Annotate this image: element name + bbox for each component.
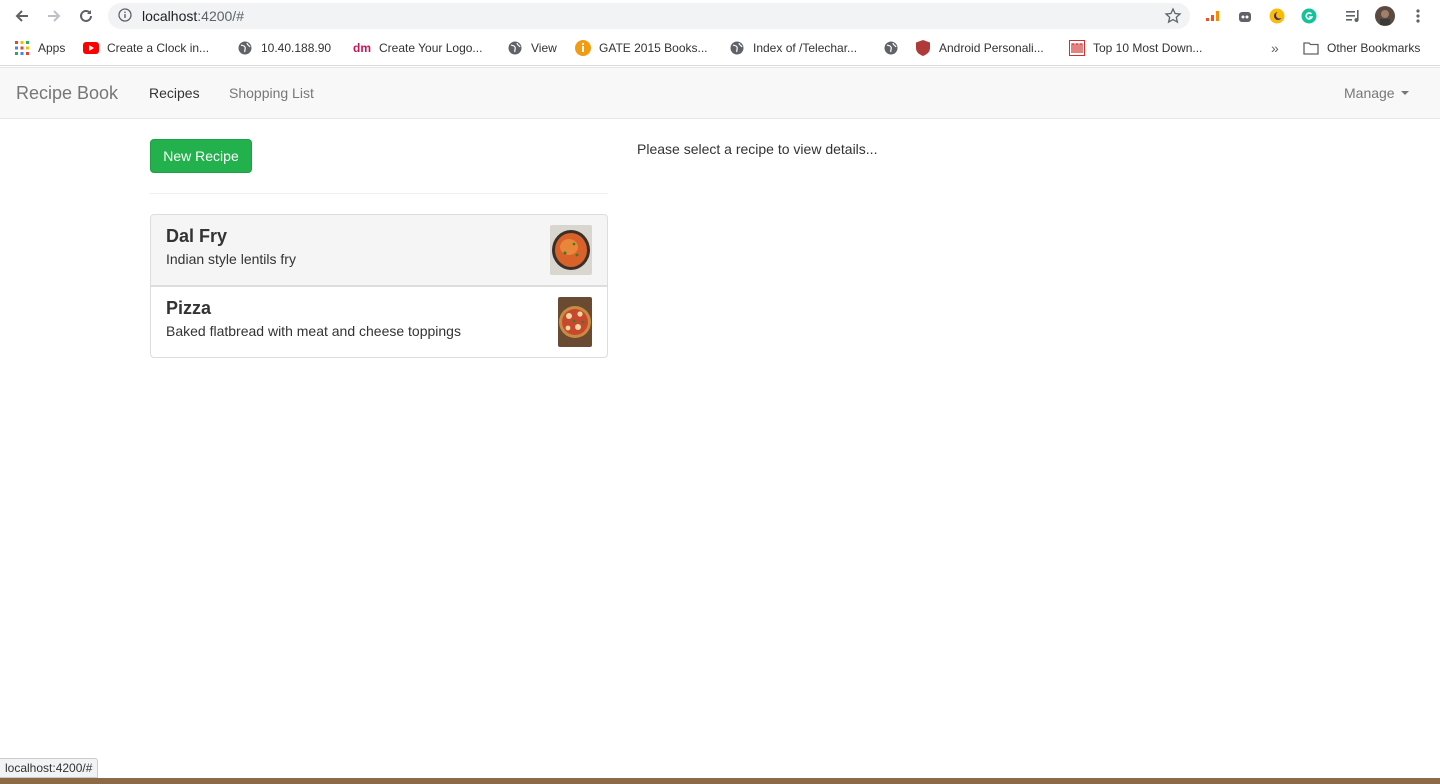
analytics-extension-icon[interactable]: [1203, 6, 1223, 26]
desktop-strip: [0, 778, 1440, 784]
bookmark-index-telechar[interactable]: Index of /Telechar...: [729, 39, 857, 57]
url-text: localhost:4200/#: [142, 8, 244, 24]
brand-link[interactable]: Recipe Book: [16, 83, 118, 104]
info-icon[interactable]: [118, 8, 132, 27]
recipe-detail-placeholder: Please select a recipe to view details..…: [637, 141, 878, 157]
bookmark-star-icon[interactable]: [1164, 7, 1182, 30]
dal-fry-image: [550, 225, 592, 275]
nav-recipes[interactable]: Recipes: [149, 85, 200, 101]
status-bar-url: localhost:4200/#: [0, 758, 99, 778]
globe-icon: [507, 40, 523, 56]
info-orange-icon: [575, 40, 591, 56]
moon-extension-icon[interactable]: [1267, 6, 1287, 26]
caret-down-icon: [1400, 91, 1409, 95]
bookmark-unnamed[interactable]: [883, 39, 907, 57]
recipe-item-dal-fry[interactable]: Dal Fry Indian style lentils fry: [150, 214, 608, 286]
globe-icon: [729, 40, 745, 56]
bookmark-create-clock[interactable]: Create a Clock in...: [83, 39, 209, 57]
more-bookmarks-icon[interactable]: »: [1271, 39, 1279, 57]
robot-extension-icon[interactable]: [1235, 6, 1255, 26]
bookmark-apps[interactable]: Apps: [14, 39, 65, 57]
dm-logo-icon: dm: [353, 41, 371, 55]
app-navbar: Recipe Book Recipes Shopping List Manage: [0, 67, 1440, 119]
address-bar[interactable]: localhost:4200/#: [108, 3, 1190, 29]
manage-label: Manage: [1344, 85, 1395, 101]
youtube-icon: [83, 40, 99, 56]
bookmarks-bar: Apps Create a Clock in... 10.40.188.90 d…: [0, 32, 1440, 66]
reload-icon[interactable]: [75, 5, 97, 27]
bookmark-ip-address[interactable]: 10.40.188.90: [237, 39, 331, 57]
manage-dropdown[interactable]: Manage: [1344, 85, 1409, 101]
new-recipe-button[interactable]: New Recipe: [150, 139, 252, 173]
more-menu-icon[interactable]: [1408, 6, 1428, 26]
apps-grid-icon: [14, 40, 30, 56]
recipe-name: Dal Fry: [166, 226, 228, 246]
bookmark-android-personali[interactable]: Android Personali...: [915, 39, 1044, 57]
back-icon[interactable]: [11, 5, 33, 27]
red-logo-icon: [1069, 40, 1085, 56]
globe-icon: [883, 40, 899, 56]
shield-icon: [915, 40, 931, 56]
bookmark-create-logo[interactable]: dm Create Your Logo...: [353, 39, 482, 57]
bookmark-view[interactable]: View: [507, 39, 557, 57]
folder-icon: [1303, 40, 1319, 56]
grammarly-icon[interactable]: [1299, 6, 1319, 26]
browser-toolbar: localhost:4200/#: [0, 0, 1440, 32]
media-queue-icon[interactable]: [1343, 6, 1363, 26]
recipe-item-pizza[interactable]: Pizza Baked flatbread with meat and chee…: [150, 286, 608, 358]
other-bookmarks[interactable]: Other Bookmarks: [1303, 39, 1420, 57]
pizza-image: [558, 297, 592, 347]
recipe-name: Pizza: [166, 298, 212, 318]
recipe-description: Indian style lentils fry: [166, 251, 296, 267]
recipe-description: Baked flatbread with meat and cheese top…: [166, 323, 461, 339]
divider: [150, 193, 608, 194]
bookmark-gate-books[interactable]: GATE 2015 Books...: [575, 39, 708, 57]
forward-icon[interactable]: [43, 5, 65, 27]
bookmark-top-10[interactable]: Top 10 Most Down...: [1069, 39, 1202, 57]
avatar[interactable]: [1375, 6, 1395, 26]
nav-shopping-list[interactable]: Shopping List: [229, 85, 314, 101]
globe-icon: [237, 40, 253, 56]
